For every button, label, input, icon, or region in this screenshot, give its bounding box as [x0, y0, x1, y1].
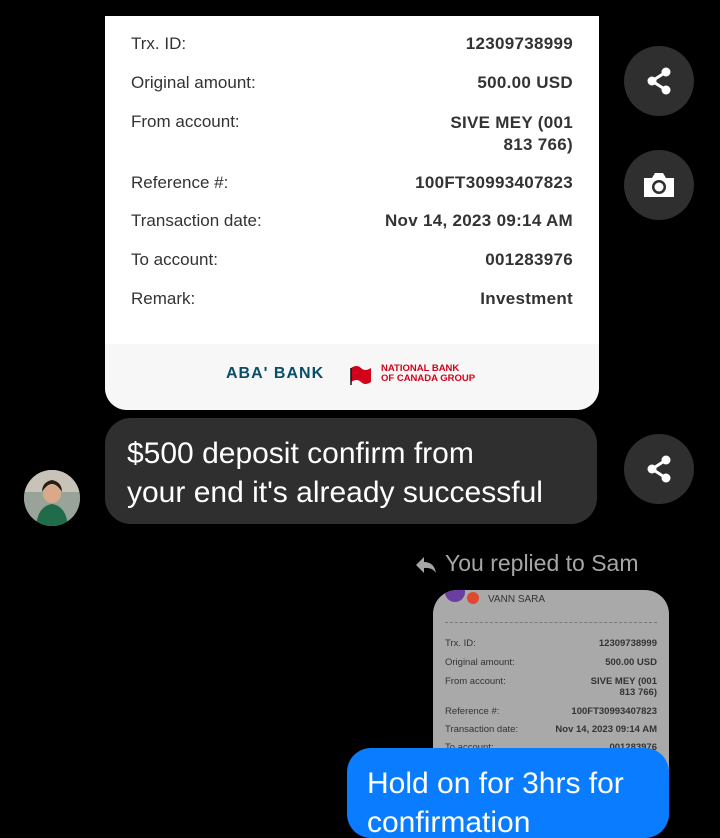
receipt-label: To account: — [131, 250, 218, 269]
share-button[interactable] — [624, 46, 694, 116]
avatar-photo — [24, 470, 80, 526]
receipt-value: 500.00 USD — [477, 73, 573, 92]
preview-label: Trx. ID: — [445, 638, 476, 649]
preview-value: Nov 14, 2023 09:14 AM — [555, 724, 657, 735]
receipt-value-line: SIVE MEY (001 — [450, 113, 573, 132]
share-icon — [647, 455, 671, 483]
receipt-footer: ABA' BANK NATIONAL BANK OF CANADA GROUP — [105, 344, 599, 410]
incoming-message-bubble[interactable]: $500 deposit confirm from your end it's … — [105, 418, 597, 524]
receipt-value: 100FT30993407823 — [415, 173, 573, 192]
receipt-label: From account: — [131, 112, 240, 131]
preview-label: Reference #: — [445, 706, 500, 717]
receipt-label: Remark: — [131, 289, 196, 308]
preview-badge-icon — [467, 592, 479, 604]
preview-value: 500.00 USD — [605, 657, 657, 668]
preview-header: VANN SARA — [433, 590, 669, 622]
preview-value-line: 813 766) — [619, 687, 657, 698]
reply-note: You replied to Sam — [415, 550, 639, 577]
my-message-line: Hold on for 3hrs for — [367, 767, 624, 800]
message-text-line: $500 deposit confirm from — [127, 437, 474, 470]
my-message-line: confirmation — [367, 806, 531, 838]
nbc-logo-text: NATIONAL BANK OF CANADA GROUP — [381, 364, 475, 384]
preview-sender-name: VANN SARA — [488, 594, 546, 605]
preview-label: Transaction date: — [445, 724, 519, 735]
receipt-label: Trx. ID: — [131, 34, 187, 53]
receipt-label: Reference #: — [131, 173, 229, 192]
preview-label: Original amount: — [445, 657, 515, 668]
receipt-value: 12309738999 — [465, 34, 573, 53]
reply-arrow-icon — [416, 556, 436, 573]
share-message-button[interactable] — [624, 434, 694, 504]
receipt-label: Original amount: — [131, 73, 256, 92]
reply-note-text: You replied to Sam — [445, 550, 639, 576]
receipt-value: Investment — [480, 289, 573, 308]
receipt-value: SIVE MEY (001 813 766) — [450, 112, 573, 156]
top-strip — [0, 0, 720, 16]
preview-value-line: SIVE MEY (001 — [590, 676, 657, 687]
replied-message-preview[interactable]: VANN SARA Trx. ID: 12309738999 Original … — [433, 590, 669, 770]
receipt-image[interactable]: Trx. ID: 12309738999 Original amount: 50… — [105, 16, 599, 410]
share-icon — [647, 67, 671, 95]
receipt-label: Transaction date: — [131, 211, 262, 230]
preview-label: From account: — [445, 676, 506, 687]
sender-avatar[interactable] — [24, 470, 80, 526]
receipt-value: 001283976 — [485, 250, 573, 269]
preview-value: 100FT30993407823 — [571, 706, 657, 717]
preview-avatar — [445, 590, 465, 602]
nbc-line: OF CANADA GROUP — [381, 373, 476, 384]
preview-value: SIVE MEY (001 813 766) — [591, 676, 657, 698]
camera-button[interactable] — [624, 150, 694, 220]
outgoing-message-bubble[interactable]: Hold on for 3hrs for confirmation — [347, 748, 669, 838]
receipt-value-line: 813 766) — [503, 135, 573, 154]
preview-divider — [445, 622, 657, 623]
nbc-flag-icon — [350, 366, 371, 385]
receipt-value: Nov 14, 2023 09:14 AM — [384, 211, 573, 230]
message-text-line: your end it's already successful — [127, 476, 543, 509]
camera-icon — [644, 173, 674, 197]
aba-bank-logo: ABA' BANK — [226, 365, 325, 382]
preview-value: 12309738999 — [598, 638, 657, 649]
